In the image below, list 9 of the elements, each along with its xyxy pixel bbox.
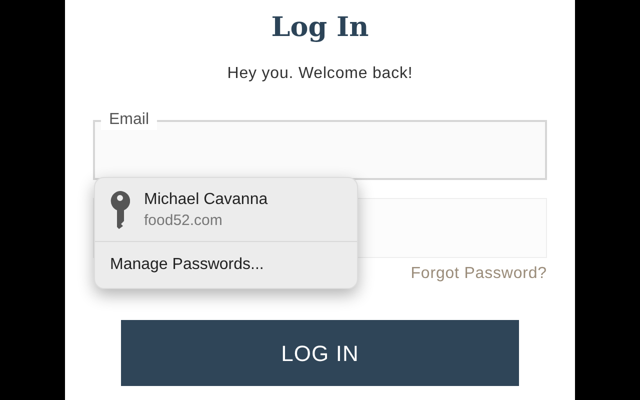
key-icon <box>110 190 130 228</box>
saved-account-item[interactable]: Michael Cavanna food52.com <box>95 178 357 242</box>
welcome-text: Hey you. Welcome back! <box>227 64 413 84</box>
manage-passwords-item[interactable]: Manage Passwords... <box>110 255 264 275</box>
login-button[interactable]: LOG IN <box>121 320 519 386</box>
account-site: food52.com <box>144 210 224 230</box>
email-label: Email <box>101 110 158 130</box>
account-name: Michael Cavanna <box>144 190 268 210</box>
page-title: Log In <box>271 12 369 44</box>
